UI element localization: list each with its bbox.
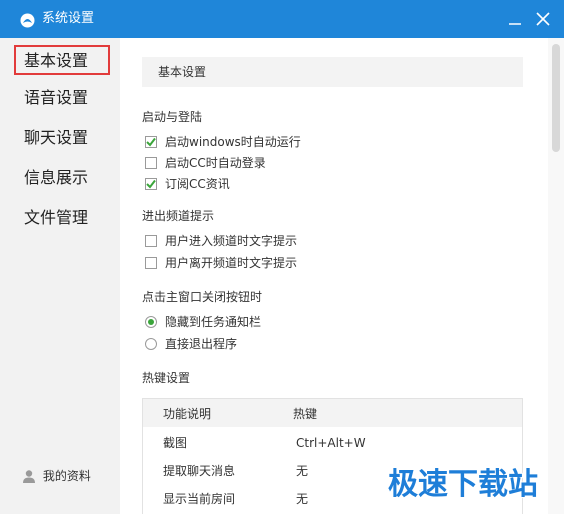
hotkey-row-key[interactable]: 无 bbox=[296, 491, 308, 507]
checkbox-label: 用户进入频道时文字提示 bbox=[165, 234, 298, 248]
title-bar: 系统设置 bbox=[0, 0, 564, 38]
sidebar: 基本设置 语音设置 聊天设置 信息展示 文件管理 bbox=[0, 38, 120, 514]
sidebar-item-chat-settings[interactable]: 聊天设置 bbox=[14, 124, 110, 154]
column-header-function: 功能说明 bbox=[163, 407, 212, 421]
hotkey-row-name: 提取聊天消息 bbox=[163, 464, 236, 478]
sidebar-item-file-management[interactable]: 文件管理 bbox=[14, 204, 110, 234]
app-logo-icon bbox=[20, 13, 35, 28]
radio-label: 隐藏到任务通知栏 bbox=[165, 315, 262, 329]
minimize-button[interactable] bbox=[502, 7, 528, 31]
checkbox-box[interactable] bbox=[145, 136, 157, 148]
checkbox-box[interactable] bbox=[145, 235, 157, 247]
checkbox-box[interactable] bbox=[145, 257, 157, 269]
hotkey-row-key[interactable]: 无 bbox=[296, 463, 308, 479]
hotkey-table-header: 功能说明 热键 bbox=[143, 399, 522, 427]
checkbox-label: 用户离开频道时文字提示 bbox=[165, 256, 298, 270]
section-title-hotkeys: 热键设置 bbox=[142, 371, 191, 385]
watermark-text: 极速下载站 bbox=[388, 467, 538, 502]
vertical-scrollbar[interactable] bbox=[548, 38, 564, 514]
close-button[interactable] bbox=[530, 7, 556, 31]
checkmark-icon bbox=[146, 179, 156, 189]
radio-dot bbox=[148, 319, 154, 325]
sidebar-item-info-display[interactable]: 信息展示 bbox=[14, 164, 110, 194]
radio-label: 直接退出程序 bbox=[165, 337, 238, 351]
checkmark-icon bbox=[146, 137, 156, 147]
radio-circle[interactable] bbox=[145, 316, 157, 328]
page-title: 基本设置 bbox=[142, 57, 523, 87]
window-title: 系统设置 bbox=[42, 11, 95, 26]
checkbox-label: 启动CC时自动登录 bbox=[165, 156, 266, 170]
checkbox-box[interactable] bbox=[145, 178, 157, 190]
hotkey-row-name: 截图 bbox=[163, 436, 188, 450]
radio-circle[interactable] bbox=[145, 338, 157, 350]
my-profile-link[interactable]: 我的资料 bbox=[22, 467, 91, 485]
sidebar-item-basic-settings[interactable]: 基本设置 bbox=[14, 45, 110, 75]
person-icon bbox=[23, 469, 35, 483]
section-title-channel: 进出频道提示 bbox=[142, 209, 215, 223]
my-profile-label: 我的资料 bbox=[42, 469, 91, 483]
scrollbar-thumb[interactable] bbox=[552, 44, 560, 152]
hotkey-row-key[interactable]: Ctrl+Alt+W bbox=[296, 435, 366, 451]
checkbox-box[interactable] bbox=[145, 157, 157, 169]
checkbox-label: 订阅CC资讯 bbox=[165, 177, 230, 191]
checkbox-label: 启动windows时自动运行 bbox=[165, 135, 301, 149]
column-header-hotkey: 热键 bbox=[293, 407, 318, 421]
sidebar-item-voice-settings[interactable]: 语音设置 bbox=[14, 84, 110, 114]
section-title-startup: 启动与登陆 bbox=[142, 110, 203, 124]
hotkey-row-name: 显示当前房间 bbox=[163, 492, 236, 506]
section-title-close-action: 点击主窗口关闭按钮时 bbox=[142, 290, 263, 304]
minimize-icon bbox=[509, 23, 521, 25]
settings-panel: 基本设置 启动与登陆 启动windows时自动运行 启动CC时自动登录 订阅CC… bbox=[120, 38, 548, 514]
close-icon bbox=[536, 12, 550, 26]
